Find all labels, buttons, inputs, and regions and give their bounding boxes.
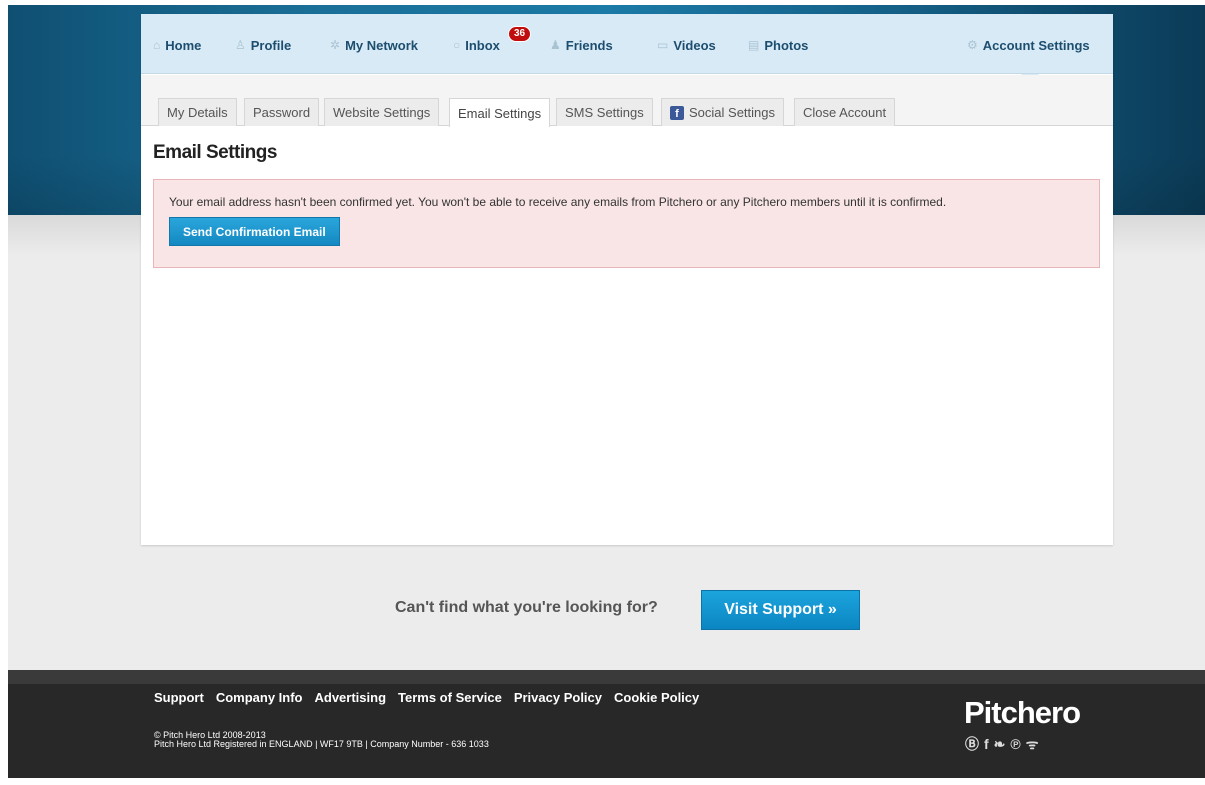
footer-link-cookie[interactable]: Cookie Policy xyxy=(614,690,699,705)
footer-link-privacy[interactable]: Privacy Policy xyxy=(514,690,602,705)
nav-item-profile[interactable]: ♙ Profile xyxy=(235,35,291,55)
support-prompt: Can't find what you're looking for? Visi… xyxy=(8,590,1205,630)
inbox-count-badge: 36 xyxy=(508,26,532,42)
visit-support-button[interactable]: Visit Support » xyxy=(701,590,860,630)
tab-email-settings[interactable]: Email Settings xyxy=(449,98,551,127)
nav-item-inbox[interactable]: ○ Inbox xyxy=(453,35,500,55)
video-icon: ▭ xyxy=(657,38,669,52)
tab-label: SMS Settings xyxy=(565,105,644,120)
footer-links: Support Company Info Advertising Terms o… xyxy=(154,690,699,705)
home-icon: ⌂ xyxy=(153,38,161,52)
tab-my-details[interactable]: My Details xyxy=(158,98,237,126)
blogger-icon[interactable]: Ⓑ xyxy=(965,737,979,751)
footer-copyright: © Pitch Hero Ltd 2008-2013 Pitch Hero Lt… xyxy=(154,731,489,749)
footer-link-company-info[interactable]: Company Info xyxy=(216,690,303,705)
tab-label: Password xyxy=(253,105,311,120)
gear-icon: ⚙ xyxy=(967,38,978,52)
nav-item-account-settings[interactable]: ⚙ Account Settings xyxy=(967,35,1090,55)
tab-label: Website Settings xyxy=(333,105,431,120)
tab-label: My Details xyxy=(167,105,228,120)
alert-message: Your email address hasn't been confirmed… xyxy=(169,195,947,209)
social-links: Ⓑ f ❧ ℗ ᯤ xyxy=(965,737,1039,751)
nav-label: Videos xyxy=(673,37,716,53)
tab-label: Social Settings xyxy=(689,105,775,120)
nav-item-my-network[interactable]: ✲ My Network xyxy=(330,35,418,55)
nav-label: Home xyxy=(165,37,202,53)
pitchero-logo[interactable]: Pitchero xyxy=(964,695,1081,731)
facebook-icon[interactable]: f xyxy=(984,737,989,751)
pinterest-icon[interactable]: ℗ xyxy=(1010,737,1020,751)
footer-link-terms[interactable]: Terms of Service xyxy=(398,690,502,705)
nav-label: Photos xyxy=(764,37,809,53)
registration-line: Pitch Hero Ltd Registered in ENGLAND | W… xyxy=(154,739,489,749)
nav-label: Friends xyxy=(565,37,613,53)
tab-close-account[interactable]: Close Account xyxy=(794,98,896,126)
facebook-icon: f xyxy=(670,105,684,120)
tab-social-settings[interactable]: f Social Settings xyxy=(661,98,784,126)
rss-icon[interactable]: ᯤ xyxy=(1026,737,1039,751)
twitter-icon[interactable]: ❧ xyxy=(994,737,1006,751)
tab-label: Close Account xyxy=(803,105,887,120)
tab-website-settings[interactable]: Website Settings xyxy=(324,98,440,126)
friends-icon: ♟ xyxy=(550,38,561,52)
footer-link-support[interactable]: Support xyxy=(154,690,204,705)
page-frame: ⌂ Home ♙ Profile ✲ My Network ○ Inbox 36… xyxy=(8,5,1205,778)
nav-label: Profile xyxy=(250,37,292,53)
message-icon: ○ xyxy=(453,38,461,52)
email-unconfirmed-alert: Your email address hasn't been confirmed… xyxy=(153,179,1100,268)
nav-item-videos[interactable]: ▭ Videos xyxy=(657,35,716,55)
user-icon: ♙ xyxy=(235,38,246,52)
nav-item-photos[interactable]: ▤ Photos xyxy=(748,35,808,55)
nav-item-friends[interactable]: ♟ Friends xyxy=(550,35,613,55)
tab-password[interactable]: Password xyxy=(244,98,320,126)
footer-link-advertising[interactable]: Advertising xyxy=(315,690,387,705)
main-panel: ⌂ Home ♙ Profile ✲ My Network ○ Inbox 36… xyxy=(141,14,1113,545)
settings-tabs: My Details Password Website Settings Ema… xyxy=(141,75,1113,127)
nav-label: My Network xyxy=(345,37,419,53)
send-confirmation-email-button[interactable]: Send Confirmation Email xyxy=(169,217,340,246)
nav-label: Account Settings xyxy=(982,37,1090,53)
tab-label: Email Settings xyxy=(458,105,542,121)
nav-label: Inbox xyxy=(465,37,500,53)
top-navigation: ⌂ Home ♙ Profile ✲ My Network ○ Inbox 36… xyxy=(141,14,1113,74)
support-question: Can't find what you're looking for? xyxy=(395,599,658,616)
tab-sms-settings[interactable]: SMS Settings xyxy=(556,98,653,126)
photos-icon: ▤ xyxy=(748,38,760,52)
network-icon: ✲ xyxy=(330,38,341,52)
nav-item-home[interactable]: ⌂ Home xyxy=(153,35,201,55)
page-title: Email Settings xyxy=(153,142,277,163)
